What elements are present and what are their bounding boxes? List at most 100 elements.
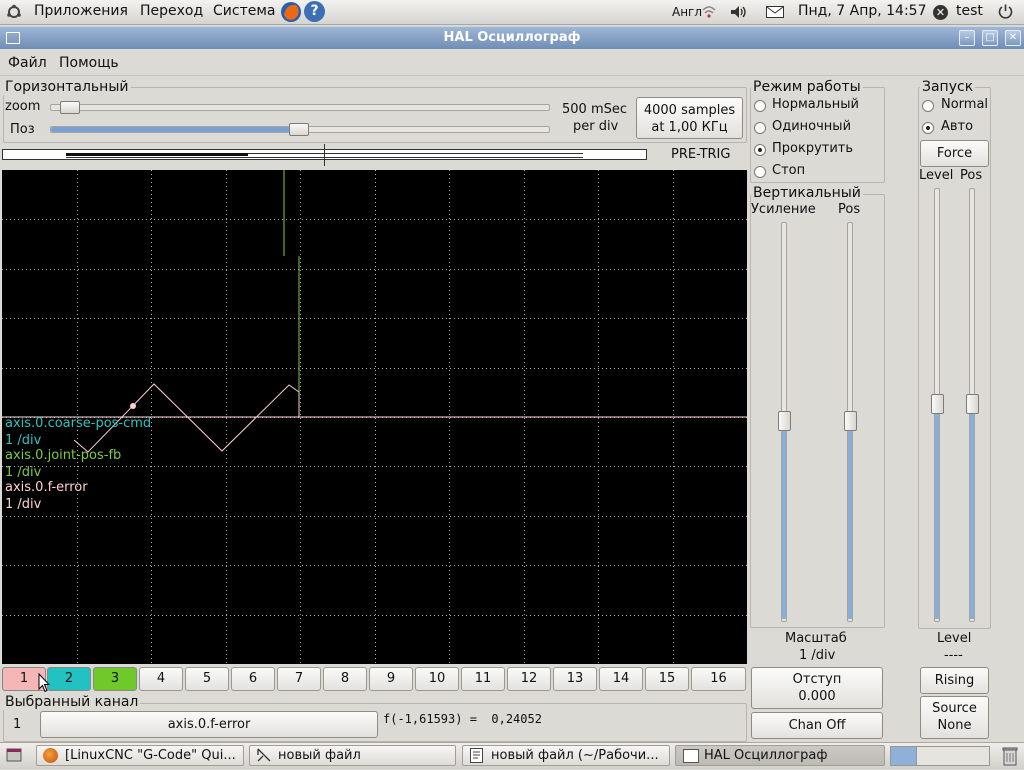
keyboard-layout-indicator[interactable]: Англ: [672, 5, 702, 19]
trigger-frame-label: Запуск: [920, 79, 976, 95]
channel-button-14[interactable]: 14: [599, 667, 643, 691]
channel-info-1-name: axis.0.coarse-pos-cmd: [5, 416, 152, 431]
trigger-normal-label[interactable]: Normal: [941, 97, 988, 112]
clock[interactable]: Пнд, 7 Апр, 14:57: [798, 3, 926, 19]
trigger-level-slider-handle[interactable]: [931, 394, 944, 414]
user-status-icon[interactable]: ✕: [933, 5, 948, 20]
menubar: Файл Помощь: [0, 49, 1024, 76]
channel-info-3-name: axis.0.f-error: [5, 480, 88, 495]
force-button[interactable]: Force: [920, 140, 989, 167]
vertical-pos-slider-fill: [848, 429, 852, 619]
volume-icon[interactable]: [729, 4, 749, 20]
channel-info-3-scale: 1 /div: [5, 497, 42, 512]
trigger-auto-label[interactable]: Авто: [941, 119, 973, 134]
ubuntu-logo-icon[interactable]: [6, 4, 22, 20]
power-icon[interactable]: [997, 3, 1014, 20]
pretrig-label: PRE-TRIG: [671, 147, 731, 162]
task-hal-scope[interactable]: HAL Осциллограф: [675, 745, 885, 766]
f-error-cursor-dot: [130, 403, 136, 409]
window-titlebar[interactable]: HAL Осциллограф – □ ✕: [0, 26, 1024, 49]
trigger-position-line: [324, 144, 325, 166]
channel-info-2-name: axis.0.joint-pos-fb: [5, 448, 122, 463]
channel-button-12[interactable]: 12: [507, 667, 551, 691]
channel-button-9[interactable]: 9: [369, 667, 413, 691]
firefox-icon: [43, 748, 58, 763]
trash-icon[interactable]: [1002, 746, 1018, 766]
trigger-source-value: None: [937, 718, 972, 733]
menu-places[interactable]: Переход: [140, 3, 203, 19]
zoom-label: zoom: [5, 99, 41, 114]
position-slider-fill: [51, 127, 290, 132]
network-icon[interactable]: [701, 4, 717, 20]
mail-icon[interactable]: [766, 6, 784, 18]
mode-roll-label[interactable]: Прокрутить: [772, 141, 853, 156]
mode-roll-radio[interactable]: [754, 144, 766, 156]
trigger-source-button[interactable]: Source None: [920, 696, 989, 739]
workspace-switcher[interactable]: [890, 746, 990, 766]
menu-applications[interactable]: Приложения: [34, 3, 128, 19]
task-hal-scope-label: HAL Осциллограф: [704, 748, 828, 763]
workspace-1[interactable]: [891, 747, 917, 765]
position-label: Поз: [10, 122, 35, 137]
trigger-level-caption: Level: [937, 631, 972, 646]
trigger-pos-slider-fill: [970, 412, 974, 619]
close-icon[interactable]: ✕: [1005, 30, 1021, 46]
rising-label: Rising: [934, 673, 975, 688]
mode-stop-radio[interactable]: [754, 166, 766, 178]
menu-help[interactable]: Помощь: [59, 55, 119, 71]
channel-button-5[interactable]: 5: [185, 667, 229, 691]
zoom-slider-trough[interactable]: [50, 104, 550, 111]
channel-button-8[interactable]: 8: [323, 667, 367, 691]
rising-button[interactable]: Rising: [920, 667, 989, 694]
bottom-panel: [LinuxCNC "G-Code" Qui... новый файл нов…: [0, 742, 1024, 769]
channel-button-6[interactable]: 6: [231, 667, 275, 691]
channel-button-15[interactable]: 15: [645, 667, 689, 691]
mode-single-radio[interactable]: [754, 122, 766, 134]
vertical-pos-label: Pos: [838, 202, 861, 217]
vertical-pos-slider-handle[interactable]: [844, 411, 857, 431]
channel-button-11[interactable]: 11: [461, 667, 505, 691]
chan-off-label: Chan Off: [788, 718, 846, 733]
menu-system[interactable]: Система: [213, 3, 275, 19]
timescale-value: 500 mSec: [562, 102, 628, 117]
zoom-slider-handle[interactable]: [60, 101, 80, 114]
minimize-icon[interactable]: –: [959, 30, 975, 46]
task-firefox[interactable]: [LinuxCNC "G-Code" Qui...: [36, 745, 244, 766]
help-icon[interactable]: ?: [304, 1, 325, 22]
channel-button-3[interactable]: 3: [93, 667, 137, 691]
gain-slider-handle[interactable]: [778, 411, 791, 431]
scale-value: 1 /div: [799, 648, 836, 663]
offset-button[interactable]: Отступ 0.000: [751, 667, 883, 709]
show-desktop-icon[interactable]: [6, 747, 22, 763]
selected-channel-source-button[interactable]: axis.0.f-error: [40, 711, 378, 738]
task-drawing[interactable]: новый файл: [249, 745, 456, 766]
scope-display[interactable]: axis.0.coarse-pos-cmd 1 /div axis.0.join…: [2, 170, 747, 664]
channel-button-16[interactable]: 16: [691, 667, 746, 691]
mode-normal-label[interactable]: Нормальный: [772, 97, 859, 112]
offset-value: 0.000: [798, 689, 836, 704]
mode-normal-radio[interactable]: [754, 100, 766, 112]
task-text-editor[interactable]: новый файл (~/Рабочи...: [462, 745, 670, 766]
maximize-icon[interactable]: □: [982, 30, 998, 46]
sample-rate: at 1,00 КГц: [651, 120, 728, 135]
chan-off-button[interactable]: Chan Off: [751, 712, 883, 739]
position-slider-handle[interactable]: [289, 123, 309, 136]
channel-button-13[interactable]: 13: [553, 667, 597, 691]
cursor-readout: f(-1,61593) = 0,24052: [383, 712, 542, 726]
mode-stop-label[interactable]: Стоп: [772, 163, 805, 178]
trigger-auto-radio[interactable]: [922, 122, 934, 134]
channel-button-4[interactable]: 4: [139, 667, 183, 691]
trigger-pos-slider-handle[interactable]: [966, 394, 979, 414]
trigger-pos-slider-label: Pos: [960, 168, 983, 183]
mode-single-label[interactable]: Одиночный: [772, 119, 851, 134]
trigger-normal-radio[interactable]: [922, 100, 934, 112]
channel-button-2[interactable]: 2: [47, 667, 91, 691]
menu-file[interactable]: Файл: [8, 55, 47, 71]
channel-button-10[interactable]: 10: [415, 667, 459, 691]
user-name[interactable]: test: [956, 3, 983, 19]
channel-info-2-scale: 1 /div: [5, 465, 42, 480]
drawing-icon: [257, 748, 271, 762]
samples-rate-button[interactable]: 4000 samples at 1,00 КГц: [636, 97, 743, 139]
firefox-icon[interactable]: [280, 1, 302, 23]
channel-button-7[interactable]: 7: [277, 667, 321, 691]
